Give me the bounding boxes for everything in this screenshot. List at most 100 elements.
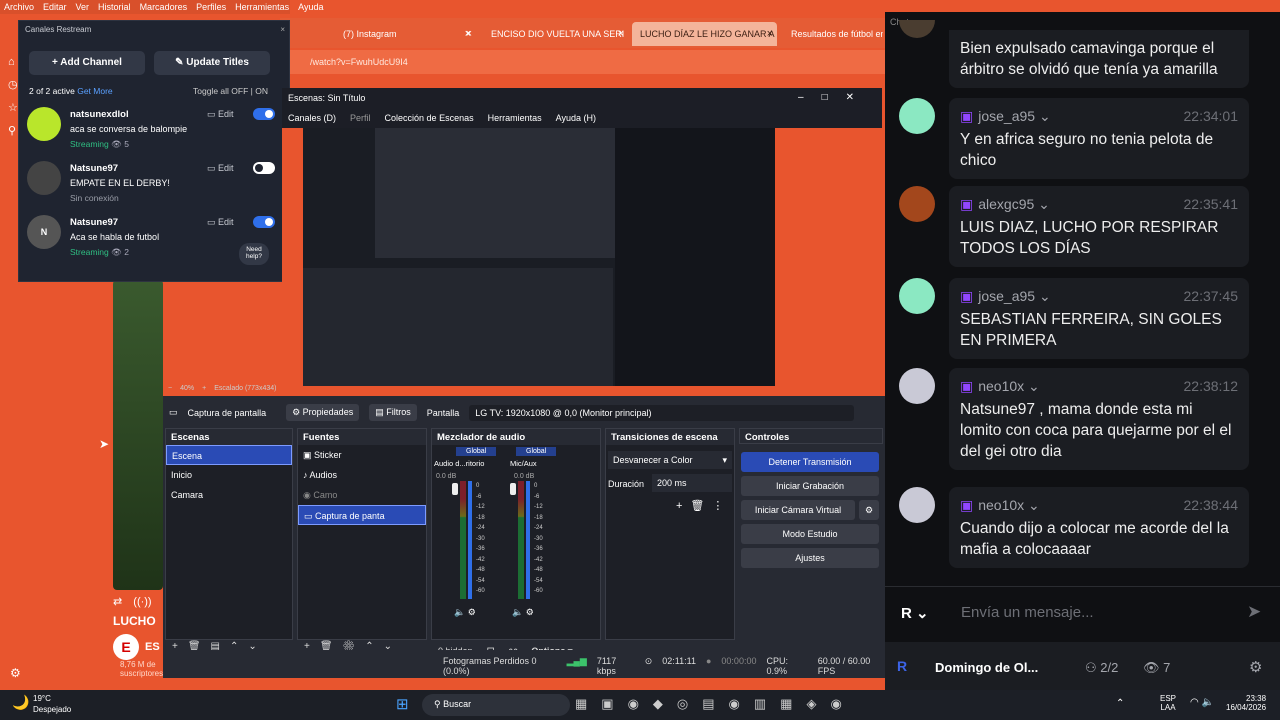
obs-docks: ▭ Captura de pantalla ⚙ Propiedades ▤ Fi… bbox=[163, 396, 885, 678]
virtual-camera-button[interactable]: Iniciar Cámara Virtual bbox=[741, 500, 855, 520]
get-more-link[interactable]: Get More bbox=[77, 86, 112, 96]
menu-marcadores[interactable]: Marcadores bbox=[140, 2, 188, 12]
chat-message: ▣ neo10x ⌄ 22:38:12 Natsune97 , mama donde… bbox=[949, 368, 1249, 470]
menu-canales[interactable]: Canales (D) bbox=[288, 113, 336, 123]
volume-slider[interactable] bbox=[452, 483, 458, 495]
channel-toggle[interactable] bbox=[253, 216, 275, 228]
tab-label: LUCHO DÍAZ LE HIZO GANAR A bbox=[640, 29, 775, 39]
language-indicator[interactable]: ESP LAA bbox=[1160, 694, 1176, 712]
close-icon[interactable]: × bbox=[618, 22, 624, 46]
settings-button[interactable]: Ajustes bbox=[741, 548, 879, 568]
weather-icon[interactable]: 🌙 bbox=[12, 694, 29, 711]
zoom-out-button[interactable]: − bbox=[168, 385, 172, 392]
taskbar-apps[interactable]: ▦▣◉◆◎▤◉▥▦◈◉ bbox=[575, 696, 856, 712]
username[interactable]: jose_a95 bbox=[978, 108, 1035, 124]
duration-input[interactable]: 200 ms bbox=[652, 474, 732, 492]
scale-tick: 0 bbox=[534, 483, 538, 489]
search-box[interactable]: ⚲ Buscar bbox=[422, 694, 570, 716]
speaker-icon[interactable]: 🔈 ⚙ bbox=[512, 607, 534, 618]
avatar bbox=[899, 368, 935, 404]
menu-ver[interactable]: Ver bbox=[76, 2, 90, 12]
close-icon[interactable]: × bbox=[280, 25, 285, 34]
footer-title[interactable]: Domingo de Ol... bbox=[935, 660, 1038, 675]
window-controls[interactable]: –□✕ bbox=[798, 92, 872, 103]
zoom-in-button[interactable]: + bbox=[202, 385, 206, 392]
start-recording-button[interactable]: Iniciar Grabación bbox=[741, 476, 879, 496]
menu-herramientas[interactable]: Herramientas bbox=[235, 2, 289, 12]
mixer-channel-desktop[interactable]: Audio d...ritorio bbox=[434, 459, 484, 468]
volume-slider[interactable] bbox=[510, 483, 516, 495]
mixer-channel-mic[interactable]: Mic/Aux bbox=[510, 459, 537, 468]
browser-tab-resultados[interactable]: Resultados de fútbol en bbox=[783, 22, 883, 46]
avatar bbox=[899, 20, 935, 38]
username[interactable]: neo10x bbox=[978, 497, 1024, 513]
close-icon[interactable]: × bbox=[767, 22, 773, 46]
toggle-off[interactable]: OFF bbox=[231, 86, 248, 96]
gear-icon[interactable]: ⚙ bbox=[859, 500, 879, 520]
browser-tab-lucho[interactable]: LUCHO DÍAZ LE HIZO GANAR A × bbox=[632, 22, 777, 46]
speaker-icon[interactable]: 🔈 ⚙ bbox=[454, 607, 476, 618]
stop-stream-button[interactable]: Detener Transmisión bbox=[741, 452, 879, 472]
edit-button[interactable]: ▭ Edit bbox=[207, 163, 234, 174]
menu-editar[interactable]: Editar bbox=[43, 2, 67, 12]
source-item[interactable]: ▣ Sticker bbox=[298, 445, 426, 465]
menu-perfil[interactable]: Perfil bbox=[350, 113, 371, 123]
chevron-up-icon[interactable]: ⌃ bbox=[1116, 698, 1124, 709]
toggle-all[interactable]: Toggle all OFF | ON bbox=[193, 86, 268, 96]
menu-perfiles[interactable]: Perfiles bbox=[196, 2, 226, 12]
username[interactable]: alexgc95 bbox=[978, 196, 1034, 212]
close-icon[interactable]: × bbox=[465, 22, 471, 46]
screen-select[interactable]: LG TV: 1920x1080 @ 0,0 (Monitor principa… bbox=[469, 404, 855, 421]
menu-ayuda[interactable]: Ayuda bbox=[298, 2, 323, 12]
update-titles-button[interactable]: ✎ Update Titles bbox=[154, 51, 270, 75]
video-player[interactable] bbox=[113, 280, 163, 590]
source-item[interactable]: ▭ Captura de panta bbox=[298, 505, 426, 525]
repeat-icon[interactable]: ⇄ bbox=[113, 596, 122, 608]
transition-select[interactable]: Desvanecer a Color ▾ bbox=[608, 451, 732, 469]
restream-logo-icon[interactable]: R ⌄ bbox=[901, 604, 929, 622]
username[interactable]: jose_a95 bbox=[978, 288, 1035, 304]
source-item[interactable]: ♪ Audios bbox=[298, 465, 426, 485]
url-bar[interactable]: /watch?v=FwuhUdcU9I4 bbox=[280, 50, 885, 74]
properties-button[interactable]: ⚙ Propiedades bbox=[286, 404, 360, 421]
edit-button[interactable]: ▭ Edit bbox=[207, 109, 234, 120]
settings-icon[interactable]: ⚙ bbox=[10, 666, 21, 680]
scale-tick: -6 bbox=[534, 493, 540, 500]
scene-item[interactable]: Escena bbox=[166, 445, 292, 465]
studio-mode-button[interactable]: Modo Estudio bbox=[741, 524, 879, 544]
send-icon[interactable]: ➤ bbox=[1247, 602, 1261, 622]
chat-title: Chat bbox=[885, 12, 1280, 32]
channel-name[interactable]: ES bbox=[145, 641, 160, 653]
menu-coleccion[interactable]: Colección de Escenas bbox=[385, 113, 474, 123]
stream-time: 02:11:11 bbox=[662, 656, 696, 666]
windows-start-icon[interactable]: ⊞ bbox=[396, 695, 409, 713]
toggle-on[interactable]: ON bbox=[255, 86, 268, 96]
username[interactable]: neo10x bbox=[978, 378, 1024, 394]
twitch-icon: ▣ bbox=[960, 497, 974, 513]
menu-archivo[interactable]: Archivo bbox=[4, 2, 34, 12]
channel-avatar[interactable]: E bbox=[113, 634, 139, 660]
need-help-button[interactable]: Need help? bbox=[239, 243, 269, 265]
source-item[interactable]: ◉ Camo bbox=[298, 485, 426, 505]
clock[interactable]: 23:38 16/04/2026 bbox=[1226, 694, 1266, 712]
scene-item[interactable]: Camara bbox=[166, 485, 292, 505]
broadcast-icon[interactable]: ((·)) bbox=[133, 596, 151, 608]
filters-button[interactable]: ▤ Filtros bbox=[369, 404, 417, 421]
scene-item[interactable]: Inicio bbox=[166, 465, 292, 485]
channel-toggle[interactable] bbox=[253, 108, 275, 120]
browser-tab-enciso[interactable]: ENCISO DIO VUELTA UNA SERI × bbox=[483, 22, 628, 46]
menu-ayuda[interactable]: Ayuda (H) bbox=[556, 113, 596, 123]
add-channel-button[interactable]: + Add Channel bbox=[29, 51, 145, 75]
eye-icon: 👁 bbox=[111, 247, 122, 257]
scale-tick: -36 bbox=[534, 546, 543, 552]
menu-historial[interactable]: Historial bbox=[98, 2, 131, 12]
transition-toolbar[interactable]: +🗑⋮ bbox=[676, 499, 731, 512]
edit-button[interactable]: ▭ Edit bbox=[207, 217, 234, 228]
browser-tab-instagram[interactable]: (7) Instagram × bbox=[335, 22, 475, 46]
message-input[interactable]: Envía un mensaje... bbox=[961, 604, 1094, 621]
channel-toggle[interactable] bbox=[253, 162, 275, 174]
gear-icon[interactable]: ⚙ bbox=[1249, 658, 1262, 676]
source-toolbar: ▭ Captura de pantalla ⚙ Propiedades ▤ Fi… bbox=[169, 404, 879, 421]
wifi-icon[interactable]: ◠ 🔈 bbox=[1190, 697, 1214, 708]
menu-herramientas[interactable]: Herramientas bbox=[488, 113, 542, 123]
